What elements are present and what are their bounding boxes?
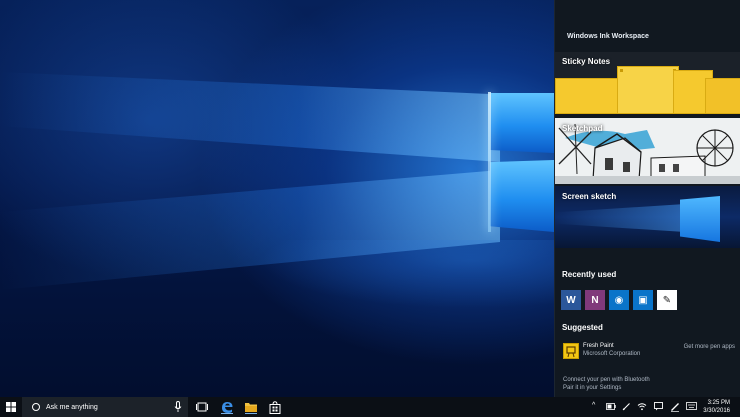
word-app-icon[interactable]: W: [561, 290, 581, 310]
explorer-active-indicator: [245, 413, 257, 414]
onenote-app-icon[interactable]: N: [585, 290, 605, 310]
bluetooth-pen-message[interactable]: Connect your pen with Bluetooth Pair it …: [563, 376, 650, 392]
sketchpad-card[interactable]: Sketchpad: [555, 118, 740, 184]
touch-keyboard-icon[interactable]: [686, 402, 697, 412]
ink-workspace-panel: Windows Ink Workspace Sticky Notes Sketc…: [554, 0, 740, 397]
fresh-paint-icon: [563, 343, 579, 359]
clock-time: 3:25 PM: [707, 400, 730, 406]
keyboard-glyph: [686, 402, 697, 410]
edge-icon: [222, 402, 233, 413]
ink-pen-glyph: [671, 403, 679, 412]
wallpaper-window-edge: [488, 92, 491, 232]
wallpaper-window-pane-top: [490, 93, 554, 153]
recently-used-heading: Recently used: [562, 270, 617, 279]
wifi-glyph: [637, 403, 647, 411]
sticky-note-thumbnail: [555, 78, 625, 114]
windows-ink-tray-icon[interactable]: [670, 402, 680, 414]
clock-date: 3/30/2016: [703, 408, 730, 414]
speech-bubble-glyph: [654, 402, 663, 411]
edge-browser-button[interactable]: [220, 400, 234, 414]
microphone-icon[interactable]: [174, 401, 182, 413]
sticky-note-thumbnail: [705, 78, 740, 114]
store-button[interactable]: [268, 400, 282, 414]
taskbar-clock[interactable]: 3:25 PM 3/30/2016: [703, 399, 730, 415]
show-hidden-icons-chevron[interactable]: ^: [592, 402, 595, 409]
sticky-note-thumbnail: [617, 66, 679, 114]
windows-logo-icon: [6, 402, 16, 412]
wifi-icon[interactable]: [637, 402, 647, 413]
cortana-search-box[interactable]: Ask me anything: [22, 397, 188, 417]
action-center-icon[interactable]: [654, 402, 663, 413]
screen-sketch-label: Screen sketch: [562, 192, 617, 201]
suggested-app-name: Fresh Paint: [583, 343, 614, 349]
maps-app-icon[interactable]: ◉: [609, 290, 629, 310]
file-explorer-button[interactable]: [244, 400, 258, 414]
folder-icon: [245, 403, 257, 412]
photos-app-icon[interactable]: ▣: [633, 290, 653, 310]
battery-icon[interactable]: [606, 403, 616, 412]
suggested-app-row[interactable]: Fresh Paint Microsoft Corporation Get mo…: [561, 342, 737, 362]
pen-tray-icon[interactable]: [622, 402, 631, 413]
task-view-button[interactable]: [195, 400, 209, 414]
bluetooth-message-line1: Connect your pen with Bluetooth: [563, 377, 650, 383]
suggested-app-publisher: Microsoft Corporation: [583, 351, 641, 357]
taskbar: Ask me anything ^ 3:25 PM 3/30/2016: [0, 397, 740, 417]
recently-used-apps: W N ◉ ▣ ✎: [561, 290, 677, 310]
easel-icon: [566, 346, 576, 358]
store-bag-icon: [269, 400, 281, 414]
edge-active-indicator: [221, 413, 233, 414]
screen-sketch-card[interactable]: Screen sketch: [555, 186, 740, 248]
note-pin-dot: [620, 69, 623, 72]
cortana-circle-icon: [32, 403, 40, 411]
bluetooth-message-line2: Pair it in your Settings: [563, 385, 622, 391]
ink-workspace-title: Windows Ink Workspace: [567, 33, 649, 40]
screen-sketch-wallpaper-pane: [680, 196, 720, 242]
wallpaper-floor-glow: [0, 240, 560, 397]
sticky-notes-card[interactable]: Sticky Notes: [555, 52, 740, 114]
wallpaper-light-beam-upper: [0, 72, 500, 162]
sketchpad-label: Sketchpad: [562, 124, 603, 133]
start-button[interactable]: [0, 397, 22, 417]
get-more-pen-apps-link[interactable]: Get more pen apps: [684, 344, 735, 350]
screen-sketch-wallpaper-beam: [555, 204, 685, 232]
ink-pen-app-icon[interactable]: ✎: [657, 290, 677, 310]
suggested-heading: Suggested: [562, 323, 603, 332]
pen-glyph: [622, 403, 630, 411]
battery-glyph: [606, 403, 616, 410]
wallpaper-window-pane-bottom: [490, 160, 554, 232]
sticky-notes-label: Sticky Notes: [562, 57, 611, 66]
search-placeholder: Ask me anything: [46, 403, 98, 411]
task-view-icon: [196, 402, 208, 412]
